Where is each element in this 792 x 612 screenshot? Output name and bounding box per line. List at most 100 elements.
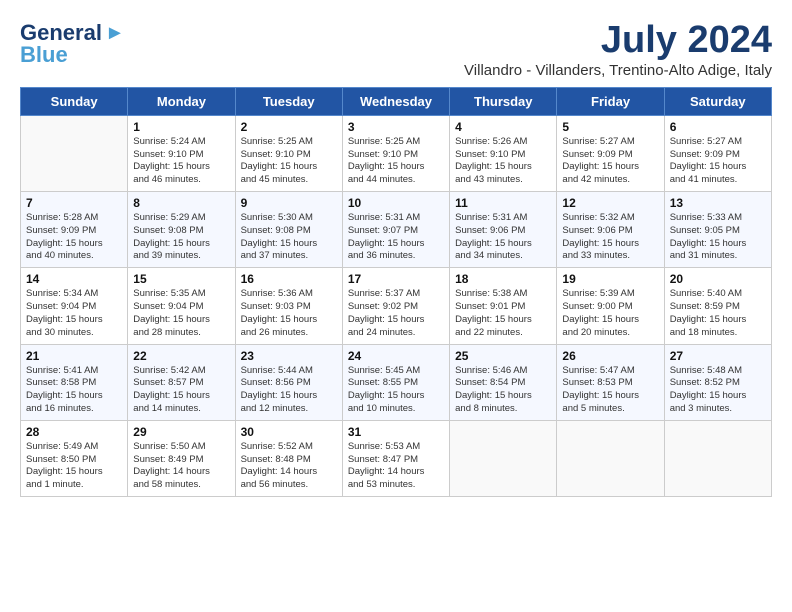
calendar-table: SundayMondayTuesdayWednesdayThursdayFrid… — [20, 87, 772, 497]
calendar-cell: 3Sunrise: 5:25 AM Sunset: 9:10 PM Daylig… — [342, 115, 449, 191]
calendar-cell: 6 Sunrise: 5:27 AM Sunset: 9:09 PM Daylig… — [664, 115, 771, 191]
day-info: Sunrise: 5:39 AM Sunset: 9:00 PM Dayligh… — [562, 288, 658, 339]
header-thursday: Thursday — [450, 87, 557, 115]
day-number: 20 — [670, 272, 766, 286]
calendar-cell — [664, 420, 771, 496]
calendar-week-1: 1 Sunrise: 5:24 AM Sunset: 9:10 PM Daylig… — [21, 115, 772, 191]
day-info: Sunrise: 5:53 AM Sunset: 8:47 PM Dayligh… — [348, 441, 444, 492]
day-info: Sunrise: 5:40 AM Sunset: 8:59 PM Dayligh… — [670, 288, 766, 339]
header-sunday: Sunday — [21, 87, 128, 115]
calendar-cell: 25 Sunrise: 5:46 AM Sunset: 8:54 PM Dayli… — [450, 344, 557, 420]
calendar-cell: 16 Sunrise: 5:36 AM Sunset: 9:03 PM Dayli… — [235, 268, 342, 344]
calendar-cell: 8 Sunrise: 5:29 AM Sunset: 9:08 PM Daylig… — [128, 192, 235, 268]
calendar-week-2: 7 Sunrise: 5:28 AM Sunset: 9:09 PM Daylig… — [21, 192, 772, 268]
day-number: 4 — [455, 120, 551, 134]
header-saturday: Saturday — [664, 87, 771, 115]
day-number: 28 — [26, 425, 122, 439]
calendar-cell: 7 Sunrise: 5:28 AM Sunset: 9:09 PM Daylig… — [21, 192, 128, 268]
day-info: Sunrise: 5:29 AM Sunset: 9:08 PM Dayligh… — [133, 212, 229, 263]
day-number: 14 — [26, 272, 122, 286]
day-number: 25 — [455, 349, 551, 363]
day-info: Sunrise: 5:49 AM Sunset: 8:50 PM Dayligh… — [26, 441, 122, 492]
day-info: Sunrise: 5:45 AM Sunset: 8:55 PM Dayligh… — [348, 365, 444, 416]
calendar-cell: 18Sunrise: 5:38 AM Sunset: 9:01 PM Dayli… — [450, 268, 557, 344]
day-info: Sunrise: 5:47 AM Sunset: 8:53 PM Dayligh… — [562, 365, 658, 416]
calendar-cell: 11Sunrise: 5:31 AM Sunset: 9:06 PM Dayli… — [450, 192, 557, 268]
day-number: 10 — [348, 196, 444, 210]
location-subtitle: Villandro - Villanders, Trentino-Alto Ad… — [464, 62, 772, 79]
day-number: 16 — [241, 272, 337, 286]
day-number: 29 — [133, 425, 229, 439]
day-info: Sunrise: 5:24 AM Sunset: 9:10 PM Dayligh… — [133, 136, 229, 187]
day-info: Sunrise: 5:42 AM Sunset: 8:57 PM Dayligh… — [133, 365, 229, 416]
header-tuesday: Tuesday — [235, 87, 342, 115]
header-monday: Monday — [128, 87, 235, 115]
calendar-cell — [557, 420, 664, 496]
day-number: 30 — [241, 425, 337, 439]
calendar-cell: 9Sunrise: 5:30 AM Sunset: 9:08 PM Daylig… — [235, 192, 342, 268]
day-number: 26 — [562, 349, 658, 363]
calendar-cell: 5 Sunrise: 5:27 AM Sunset: 9:09 PM Daylig… — [557, 115, 664, 191]
day-number: 7 — [26, 196, 122, 210]
day-info: Sunrise: 5:36 AM Sunset: 9:03 PM Dayligh… — [241, 288, 337, 339]
day-number: 15 — [133, 272, 229, 286]
calendar-cell: 31 Sunrise: 5:53 AM Sunset: 8:47 PM Dayli… — [342, 420, 449, 496]
day-info: Sunrise: 5:44 AM Sunset: 8:56 PM Dayligh… — [241, 365, 337, 416]
calendar-week-5: 28 Sunrise: 5:49 AM Sunset: 8:50 PM Dayli… — [21, 420, 772, 496]
day-info: Sunrise: 5:31 AM Sunset: 9:06 PM Dayligh… — [455, 212, 551, 263]
title-area: July 2024 Villandro - Villanders, Trenti… — [464, 20, 772, 79]
day-number: 12 — [562, 196, 658, 210]
day-number: 31 — [348, 425, 444, 439]
calendar-cell — [21, 115, 128, 191]
day-info: Sunrise: 5:41 AM Sunset: 8:58 PM Dayligh… — [26, 365, 122, 416]
calendar-cell: 29Sunrise: 5:50 AM Sunset: 8:49 PM Dayli… — [128, 420, 235, 496]
calendar-cell: 1 Sunrise: 5:24 AM Sunset: 9:10 PM Daylig… — [128, 115, 235, 191]
day-number: 21 — [26, 349, 122, 363]
day-info: Sunrise: 5:35 AM Sunset: 9:04 PM Dayligh… — [133, 288, 229, 339]
day-number: 1 — [133, 120, 229, 134]
day-info: Sunrise: 5:32 AM Sunset: 9:06 PM Dayligh… — [562, 212, 658, 263]
calendar-cell: 19 Sunrise: 5:39 AM Sunset: 9:00 PM Dayli… — [557, 268, 664, 344]
calendar-cell — [450, 420, 557, 496]
day-number: 5 — [562, 120, 658, 134]
day-info: Sunrise: 5:37 AM Sunset: 9:02 PM Dayligh… — [348, 288, 444, 339]
day-info: Sunrise: 5:28 AM Sunset: 9:09 PM Dayligh… — [26, 212, 122, 263]
day-number: 2 — [241, 120, 337, 134]
calendar-cell: 13Sunrise: 5:33 AM Sunset: 9:05 PM Dayli… — [664, 192, 771, 268]
calendar-cell: 21 Sunrise: 5:41 AM Sunset: 8:58 PM Dayli… — [21, 344, 128, 420]
day-info: Sunrise: 5:31 AM Sunset: 9:07 PM Dayligh… — [348, 212, 444, 263]
calendar-week-3: 14Sunrise: 5:34 AM Sunset: 9:04 PM Dayli… — [21, 268, 772, 344]
month-title: July 2024 — [464, 20, 772, 62]
header-friday: Friday — [557, 87, 664, 115]
calendar-cell: 15 Sunrise: 5:35 AM Sunset: 9:04 PM Dayli… — [128, 268, 235, 344]
day-info: Sunrise: 5:27 AM Sunset: 9:09 PM Dayligh… — [562, 136, 658, 187]
calendar-cell: 10 Sunrise: 5:31 AM Sunset: 9:07 PM Dayli… — [342, 192, 449, 268]
calendar-cell: 14Sunrise: 5:34 AM Sunset: 9:04 PM Dayli… — [21, 268, 128, 344]
header-wednesday: Wednesday — [342, 87, 449, 115]
day-info: Sunrise: 5:27 AM Sunset: 9:09 PM Dayligh… — [670, 136, 766, 187]
calendar-cell: 24 Sunrise: 5:45 AM Sunset: 8:55 PM Dayli… — [342, 344, 449, 420]
calendar-cell: 26 Sunrise: 5:47 AM Sunset: 8:53 PM Dayli… — [557, 344, 664, 420]
day-info: Sunrise: 5:25 AM Sunset: 9:10 PM Dayligh… — [241, 136, 337, 187]
day-number: 27 — [670, 349, 766, 363]
day-info: Sunrise: 5:26 AM Sunset: 9:10 PM Dayligh… — [455, 136, 551, 187]
calendar-cell: 28 Sunrise: 5:49 AM Sunset: 8:50 PM Dayli… — [21, 420, 128, 496]
day-number: 8 — [133, 196, 229, 210]
day-number: 23 — [241, 349, 337, 363]
calendar-cell: 17Sunrise: 5:37 AM Sunset: 9:02 PM Dayli… — [342, 268, 449, 344]
calendar-cell: 30 Sunrise: 5:52 AM Sunset: 8:48 PM Dayli… — [235, 420, 342, 496]
day-info: Sunrise: 5:46 AM Sunset: 8:54 PM Dayligh… — [455, 365, 551, 416]
calendar-cell: 2 Sunrise: 5:25 AM Sunset: 9:10 PM Daylig… — [235, 115, 342, 191]
day-info: Sunrise: 5:52 AM Sunset: 8:48 PM Dayligh… — [241, 441, 337, 492]
day-number: 13 — [670, 196, 766, 210]
calendar-header-row: SundayMondayTuesdayWednesdayThursdayFrid… — [21, 87, 772, 115]
calendar-cell: 12 Sunrise: 5:32 AM Sunset: 9:06 PM Dayli… — [557, 192, 664, 268]
day-number: 19 — [562, 272, 658, 286]
day-info: Sunrise: 5:48 AM Sunset: 8:52 PM Dayligh… — [670, 365, 766, 416]
day-number: 6 — [670, 120, 766, 134]
day-number: 18 — [455, 272, 551, 286]
day-number: 24 — [348, 349, 444, 363]
page-header: General ► Blue July 2024 Villandro - Vil… — [20, 20, 772, 79]
day-number: 3 — [348, 120, 444, 134]
day-number: 9 — [241, 196, 337, 210]
